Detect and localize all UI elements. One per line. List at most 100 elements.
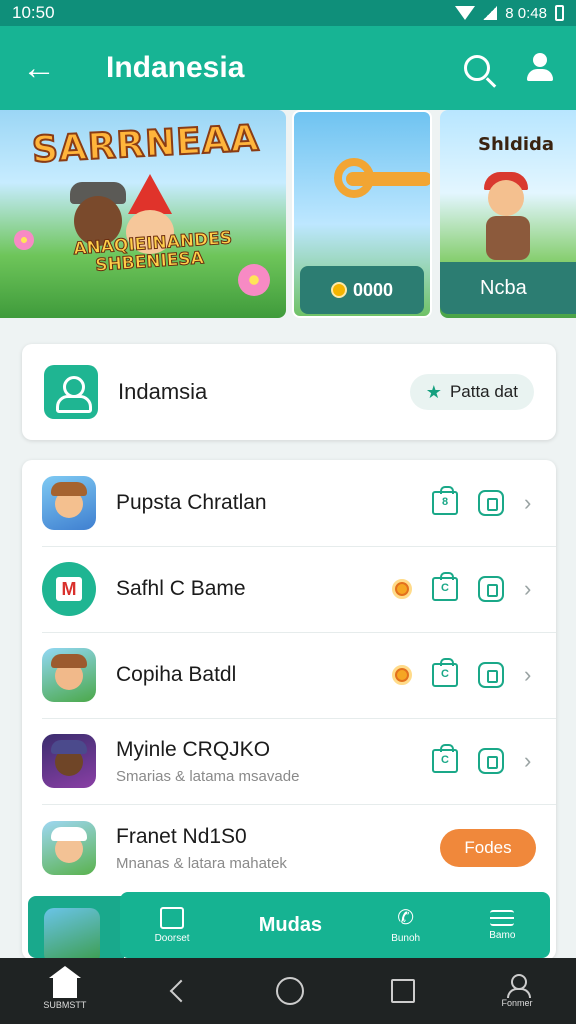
- save-icon[interactable]: [478, 490, 504, 516]
- list-item[interactable]: Pupsta Chratlan 8 ›: [22, 460, 556, 546]
- avatar-hat: [51, 827, 87, 841]
- banner-main-subtitle: ANAQIEINANDES SHBENIESA: [72, 228, 233, 276]
- coin-icon: [330, 282, 347, 298]
- banner-right-title: Shldida: [478, 134, 555, 155]
- list-item[interactable]: M Safhl C Bame C ›: [22, 546, 556, 632]
- nav-label: Mudas: [258, 913, 323, 936]
- shop-bag-icon[interactable]: C: [432, 658, 458, 687]
- battery-icon: [555, 5, 564, 21]
- game-avatar: [42, 476, 96, 530]
- nav-item-bamo[interactable]: Bamo: [489, 909, 516, 941]
- character-body: [486, 216, 530, 260]
- person-icon: [507, 974, 532, 998]
- profile-card[interactable]: Indamsia ★ Patta dat: [22, 344, 556, 440]
- character-boy: [488, 180, 524, 216]
- nav-item-bunoh[interactable]: ✆ Bunoh: [391, 907, 420, 944]
- chevron-right-icon[interactable]: ›: [524, 576, 536, 602]
- account-icon[interactable]: [526, 53, 554, 83]
- system-home-label: SUBMSTT: [43, 1000, 87, 1010]
- gmail-app-icon: M: [42, 562, 96, 616]
- image-icon: [160, 906, 185, 929]
- gmail-envelope-icon: M: [56, 577, 82, 601]
- save-icon[interactable]: [478, 662, 504, 688]
- menu-icon: [490, 909, 515, 926]
- wifi-icon: [455, 6, 476, 20]
- profile-action-label: Patta dat: [449, 382, 518, 401]
- list-item-subtitle: Mnanas & latara mahatek: [116, 854, 287, 872]
- avatar-hat: [51, 482, 87, 496]
- square-icon: [390, 979, 415, 1003]
- list-item[interactable]: Myinle CRQJKO Smarias & latama msavade C…: [22, 718, 556, 804]
- app-bar: ← Indanesia: [0, 26, 576, 110]
- profile-icon: [44, 365, 98, 419]
- system-home[interactable]: SUBMSTT: [43, 966, 87, 1010]
- status-time: 10:50: [12, 3, 55, 22]
- list-item-title: Franet Nd1S0: [116, 824, 247, 848]
- chevron-right-icon[interactable]: ›: [524, 490, 536, 516]
- list-item-title: Pupsta Chratlan: [116, 491, 267, 514]
- coin-icon: [392, 665, 412, 685]
- system-back[interactable]: [169, 979, 193, 1003]
- system-recents[interactable]: [390, 979, 415, 1003]
- system-profile-label: Fonmer: [501, 998, 533, 1008]
- bottom-nav: Doorset Mudas ✆ Bunoh Bamo: [120, 892, 550, 958]
- game-avatar: [42, 734, 96, 788]
- status-bar: 10:50 8 0:48: [0, 0, 576, 26]
- chevron-right-icon[interactable]: ›: [524, 748, 536, 774]
- home-icon: [48, 966, 81, 998]
- banner-main-title: SARRNEAA: [30, 117, 262, 172]
- save-icon[interactable]: [478, 748, 504, 774]
- phone-icon: ✆: [397, 906, 415, 929]
- avatar-hat: [51, 654, 87, 668]
- profile-action-button[interactable]: ★ Patta dat: [409, 374, 534, 410]
- system-profile[interactable]: Fonmer: [502, 974, 533, 1008]
- list-item[interactable]: Copiha Batdl C ›: [22, 632, 556, 718]
- banner-middle[interactable]: 0000: [292, 110, 432, 318]
- banner-right-pill[interactable]: Ncba: [440, 262, 576, 314]
- back-arrow-icon[interactable]: ←: [22, 51, 62, 85]
- circle-icon: [275, 977, 304, 1005]
- game-avatar: [44, 908, 100, 964]
- shop-bag-icon[interactable]: C: [432, 572, 458, 601]
- banner-middle-pill[interactable]: 0000: [300, 266, 424, 314]
- signal-icon: [483, 6, 498, 20]
- star-icon: ★: [425, 381, 442, 402]
- save-icon[interactable]: [478, 576, 504, 602]
- game-avatar: [42, 648, 96, 702]
- banner-main[interactable]: SARRNEAA ANAQIEINANDES SHBENIESA: [0, 110, 286, 318]
- nav-label: Doorset: [154, 932, 190, 944]
- status-right-text: 8 0:48: [505, 4, 547, 22]
- search-icon[interactable]: [464, 55, 490, 81]
- list-item-subtitle: Smarias & latama msavade: [116, 767, 300, 785]
- banner-middle-value: 0000: [352, 279, 394, 300]
- nav-item-mudas[interactable]: Mudas: [259, 914, 322, 937]
- system-nav-bar: SUBMSTT Fonmer: [0, 958, 576, 1024]
- flower-decoration: [14, 230, 34, 250]
- back-icon: [169, 979, 193, 1003]
- nav-item-doorset[interactable]: Doorset: [154, 906, 190, 944]
- list-item-title: Myinle CRQJKO: [116, 737, 271, 761]
- character-gnome-hat: [128, 174, 172, 214]
- profile-name: Indamsia: [118, 379, 208, 404]
- nav-label: Bamo: [489, 929, 516, 941]
- now-playing-tile[interactable]: [28, 896, 124, 964]
- list-item[interactable]: Franet Nd1S0 Mnanas & latara mahatek Fod…: [22, 804, 556, 892]
- shop-bag-icon[interactable]: C: [432, 744, 458, 773]
- coin-icon: [392, 579, 412, 599]
- banner-carousel[interactable]: SARRNEAA ANAQIEINANDES SHBENIESA 0000 Sh…: [0, 110, 576, 318]
- flower-decoration: [238, 264, 270, 296]
- status-icons: 8 0:48: [455, 5, 564, 22]
- shop-bag-icon[interactable]: 8: [432, 486, 458, 515]
- key-ring-illustration: [334, 158, 374, 198]
- game-avatar: [42, 821, 96, 875]
- page-title: Indanesia: [106, 51, 245, 84]
- game-list: Pupsta Chratlan 8 › M Safhl C Bame C › C…: [22, 460, 556, 960]
- nav-label: Bunoh: [391, 932, 421, 944]
- action-button[interactable]: Fodes: [440, 829, 536, 867]
- system-home-button[interactable]: [275, 977, 304, 1005]
- chevron-right-icon[interactable]: ›: [524, 662, 536, 688]
- list-item-title: Safhl C Bame: [116, 577, 246, 600]
- banner-right[interactable]: Shldida Ncba: [440, 110, 576, 318]
- list-item-title: Copiha Batdl: [116, 663, 237, 686]
- avatar-hat: [51, 740, 87, 754]
